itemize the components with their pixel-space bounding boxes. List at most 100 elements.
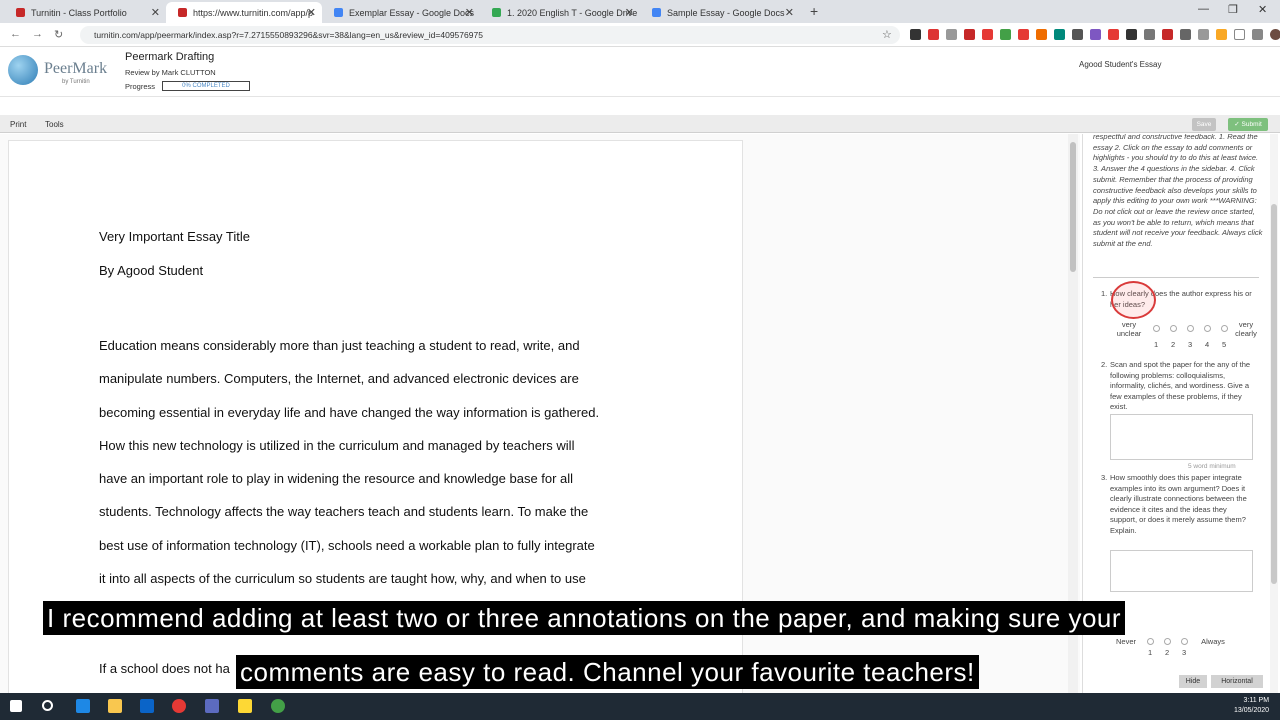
turnitin-favicon-icon: [16, 8, 25, 17]
sidebar-scroll-thumb[interactable]: [1271, 204, 1277, 584]
browser-tab[interactable]: 1. 2020 English T - Google Drive ✕: [480, 2, 640, 23]
extension-icon[interactable]: [1216, 29, 1227, 40]
edge-icon[interactable]: [76, 699, 90, 713]
url-field[interactable]: turnitin.com/app/peermark/index.asp?r=7.…: [80, 26, 900, 44]
extension-icon[interactable]: [1090, 29, 1101, 40]
taskbar-clock[interactable]: 3:11 PM 13/05/2020: [1234, 696, 1269, 716]
extension-icon[interactable]: [928, 29, 939, 40]
sidebar-scrollbar[interactable]: [1270, 134, 1278, 693]
new-tab-icon[interactable]: +: [810, 3, 818, 19]
tab-title: 1. 2020 English T - Google Drive: [507, 7, 638, 18]
scale-low-label: very unclear: [1116, 320, 1142, 338]
rating-number: 3: [1188, 340, 1193, 349]
extension-icon[interactable]: [1000, 29, 1011, 40]
extension-icon[interactable]: [1126, 29, 1137, 40]
rating-radio[interactable]: [1187, 325, 1194, 332]
windows-taskbar: 3:11 PM 13/05/2020: [0, 693, 1280, 720]
save-button[interactable]: Save: [1192, 118, 1216, 131]
extension-icon[interactable]: [910, 29, 921, 40]
url-text: turnitin.com/app/peermark/index.asp?r=7.…: [94, 30, 483, 40]
question-3-answer-field[interactable]: [1110, 550, 1253, 592]
assignment-title: Peermark Drafting: [125, 51, 215, 63]
rating-radio[interactable]: [1221, 325, 1228, 332]
browser-tab-active[interactable]: https://www.turnitin.com/app/p ✕: [166, 2, 322, 23]
question-number: 3.: [1101, 473, 1108, 482]
extension-icon[interactable]: [946, 29, 957, 40]
submit-button[interactable]: ✓ Submit: [1228, 118, 1268, 131]
rating-radio[interactable]: [1181, 638, 1188, 645]
rating-number: 3: [1182, 648, 1187, 657]
question-3-text: How smoothly does this paper integrate e…: [1110, 473, 1247, 535]
question-number: 2.: [1101, 360, 1108, 369]
minimize-icon[interactable]: —: [1198, 3, 1209, 15]
essay-partial-line: If a school does not ha: [99, 661, 230, 676]
question-2-text: Scan and spot the paper for the any of t…: [1110, 360, 1251, 412]
check-icon: ✓: [1234, 121, 1240, 128]
document-scroll-thumb[interactable]: [1070, 142, 1076, 272]
clock-date: 13/05/2020: [1234, 707, 1270, 714]
horizontal-layout-button[interactable]: Horizontal: [1211, 675, 1263, 688]
close-tab-icon[interactable]: ✕: [307, 6, 316, 19]
profile-avatar-icon[interactable]: [1270, 29, 1280, 40]
logo-text: PeerMark: [44, 60, 108, 77]
back-icon[interactable]: ←: [10, 28, 21, 40]
word-minimum-note: 5 word minimum: [1188, 463, 1236, 470]
extension-icon[interactable]: [1198, 29, 1209, 40]
browser-tab[interactable]: Turnitin - Class Portfolio ✕: [4, 2, 166, 23]
question-2-answer-field[interactable]: [1110, 414, 1253, 460]
progress-bar: 0% COMPLETED: [162, 81, 250, 91]
close-window-icon[interactable]: ✕: [1258, 3, 1267, 16]
extension-icon[interactable]: [1108, 29, 1119, 40]
extension-icon[interactable]: [1036, 29, 1047, 40]
close-tab-icon[interactable]: ✕: [151, 6, 160, 19]
forward-icon[interactable]: →: [32, 28, 43, 40]
reload-icon[interactable]: ↻: [54, 28, 63, 41]
browser-tab-strip: Turnitin - Class Portfolio ✕ https://www…: [0, 0, 1280, 23]
extension-icon[interactable]: [1162, 29, 1173, 40]
restore-icon[interactable]: ❐: [1228, 3, 1238, 16]
teams-icon[interactable]: [205, 699, 219, 713]
chrome-icon[interactable]: [172, 699, 186, 713]
browser-tab[interactable]: Exemplar Essay - Google Docs ✕: [322, 2, 480, 23]
rating-number: 2: [1165, 648, 1170, 657]
scale-low-label: Never: [1115, 637, 1136, 646]
print-button[interactable]: Print: [10, 120, 26, 129]
rating-radio[interactable]: [1204, 325, 1211, 332]
close-tab-icon[interactable]: ✕: [465, 6, 474, 19]
extension-icon[interactable]: [1144, 29, 1155, 40]
extension-icon[interactable]: [1072, 29, 1083, 40]
extension-icon[interactable]: [1234, 29, 1245, 40]
instructions-text: respectful and constructive feedback. 1.…: [1093, 134, 1263, 249]
rating-radio[interactable]: [1164, 638, 1171, 645]
extension-icon[interactable]: [1054, 29, 1065, 40]
extension-icon[interactable]: [1018, 29, 1029, 40]
rating-radio[interactable]: [1170, 325, 1177, 332]
cursor-highlight-icon: [1111, 281, 1156, 319]
rating-number: 4: [1205, 340, 1210, 349]
close-tab-icon[interactable]: ✕: [785, 6, 794, 19]
file-explorer-icon[interactable]: [108, 699, 122, 713]
hide-sidebar-button[interactable]: Hide: [1179, 675, 1207, 688]
extension-icon[interactable]: [982, 29, 993, 40]
extension-icon[interactable]: [1180, 29, 1191, 40]
sticky-notes-icon[interactable]: [238, 699, 252, 713]
divider: [1093, 277, 1259, 278]
rating-number: 2: [1171, 340, 1176, 349]
caption-line-2: comments are easy to read. Channel your …: [236, 655, 979, 689]
google-docs-favicon-icon: [652, 8, 661, 17]
tools-button[interactable]: Tools: [45, 120, 64, 129]
rating-radio[interactable]: [1153, 325, 1160, 332]
bookmark-star-icon[interactable]: ☆: [882, 28, 892, 41]
browser-tab[interactable]: Sample Essay - Google Docs ✕: [640, 2, 800, 23]
google-drive-favicon-icon: [492, 8, 501, 17]
chrome-alt-icon[interactable]: [271, 699, 285, 713]
caption-line-1: I recommend adding at least two or three…: [43, 601, 1126, 635]
extension-icon[interactable]: [964, 29, 975, 40]
outlook-icon[interactable]: [140, 699, 154, 713]
rating-number: 1: [1148, 648, 1153, 657]
close-tab-icon[interactable]: ✕: [625, 6, 634, 19]
rating-radio[interactable]: [1147, 638, 1154, 645]
windows-start-icon[interactable]: [10, 700, 22, 712]
search-icon[interactable]: [42, 700, 53, 711]
extension-icon[interactable]: [1252, 29, 1263, 40]
